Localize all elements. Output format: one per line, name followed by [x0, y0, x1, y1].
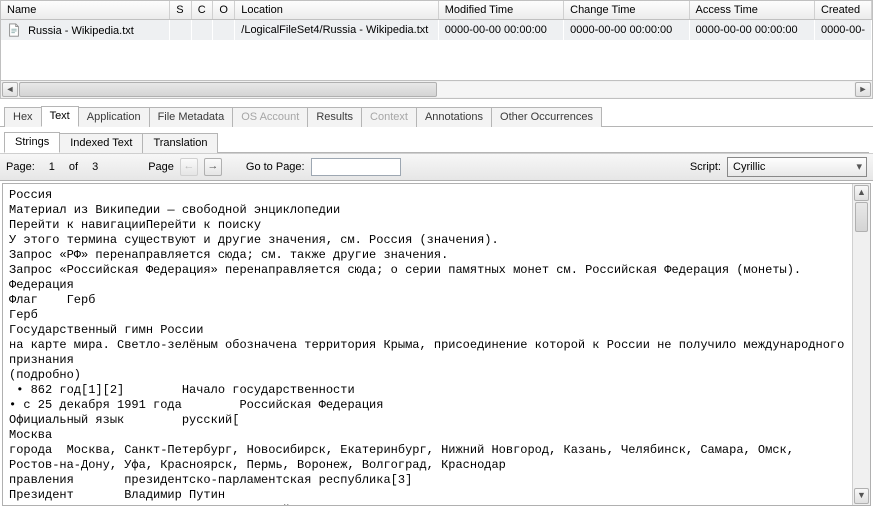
- cell-name: Russia - Wikipedia.txt: [28, 25, 134, 37]
- script-select[interactable]: Cyrillic: [727, 157, 867, 177]
- subtab-translation[interactable]: Translation: [142, 133, 218, 153]
- page-label: Page:: [6, 161, 35, 173]
- file-table-hscroll[interactable]: ◄ ►: [0, 81, 873, 99]
- col-access-time[interactable]: Access Time: [689, 1, 814, 20]
- hscroll-track[interactable]: [19, 82, 854, 97]
- text-content[interactable]: Россия Материал из Википедии — свободной…: [3, 184, 852, 505]
- page-label2: Page: [148, 161, 174, 173]
- col-s[interactable]: S: [170, 1, 191, 20]
- script-select-value: Cyrillic: [733, 161, 765, 173]
- tab-application[interactable]: Application: [78, 107, 150, 127]
- tab-file-metadata[interactable]: File Metadata: [149, 107, 234, 127]
- cell-location: /LogicalFileSet4/Russia - Wikipedia.txt: [235, 20, 438, 41]
- main-tabstrip: Hex Text Application File Metadata OS Ac…: [0, 105, 873, 127]
- text-vscroll[interactable]: ▲ ▼: [852, 184, 870, 505]
- table-row[interactable]: Russia - Wikipedia.txt /LogicalFileSet4/…: [1, 20, 872, 41]
- page-of: of: [69, 161, 78, 173]
- scroll-right-button[interactable]: ►: [855, 82, 871, 97]
- col-o[interactable]: O: [213, 1, 235, 20]
- cell-acc: 0000-00-00 00:00:00: [689, 20, 814, 41]
- vscroll-thumb[interactable]: [855, 202, 868, 232]
- prev-page-button[interactable]: ←: [180, 158, 198, 176]
- goto-page-input[interactable]: [311, 158, 401, 176]
- subtab-strings[interactable]: Strings: [4, 132, 60, 153]
- col-change-time[interactable]: Change Time: [564, 1, 689, 20]
- cell-mod: 0000-00-00 00:00:00: [438, 20, 563, 41]
- subtab-indexed[interactable]: Indexed Text: [59, 133, 143, 153]
- cell-chg: 0000-00-00 00:00:00: [564, 20, 689, 41]
- cell-cre: 0000-00-: [814, 20, 871, 41]
- scroll-down-button[interactable]: ▼: [854, 488, 869, 504]
- tab-annotations[interactable]: Annotations: [416, 107, 492, 127]
- page-current: 1: [41, 161, 63, 173]
- file-table-container: Name S C O Location Modified Time Change…: [0, 0, 873, 81]
- col-location[interactable]: Location: [235, 1, 438, 20]
- col-name[interactable]: Name: [1, 1, 170, 20]
- col-modified-time[interactable]: Modified Time: [438, 1, 563, 20]
- col-created[interactable]: Created: [814, 1, 871, 20]
- tab-results[interactable]: Results: [307, 107, 362, 127]
- hscroll-thumb[interactable]: [19, 82, 437, 97]
- script-label: Script:: [690, 161, 721, 173]
- tab-other[interactable]: Other Occurrences: [491, 107, 602, 127]
- text-pane-wrap: Россия Материал из Википедии — свободной…: [2, 183, 871, 506]
- cell-c: [191, 20, 213, 41]
- tab-context: Context: [361, 107, 417, 127]
- cell-s: [170, 20, 191, 41]
- tab-hex[interactable]: Hex: [4, 107, 42, 127]
- scroll-left-button[interactable]: ◄: [2, 82, 18, 97]
- text-file-icon: [7, 23, 21, 37]
- file-table: Name S C O Location Modified Time Change…: [1, 1, 872, 80]
- goto-label: Go to Page:: [246, 161, 305, 173]
- tab-text[interactable]: Text: [41, 106, 79, 127]
- page-total: 3: [84, 161, 106, 173]
- cell-o: [213, 20, 235, 41]
- text-subtabstrip: Strings Indexed Text Translation: [4, 131, 869, 153]
- pager-bar: Page: 1 of 3 Page ← → Go to Page: Script…: [0, 153, 873, 181]
- col-c[interactable]: C: [191, 1, 213, 20]
- next-page-button[interactable]: →: [204, 158, 222, 176]
- scroll-up-button[interactable]: ▲: [854, 185, 869, 201]
- table-header-row: Name S C O Location Modified Time Change…: [1, 1, 872, 20]
- tab-os-account: OS Account: [232, 107, 308, 127]
